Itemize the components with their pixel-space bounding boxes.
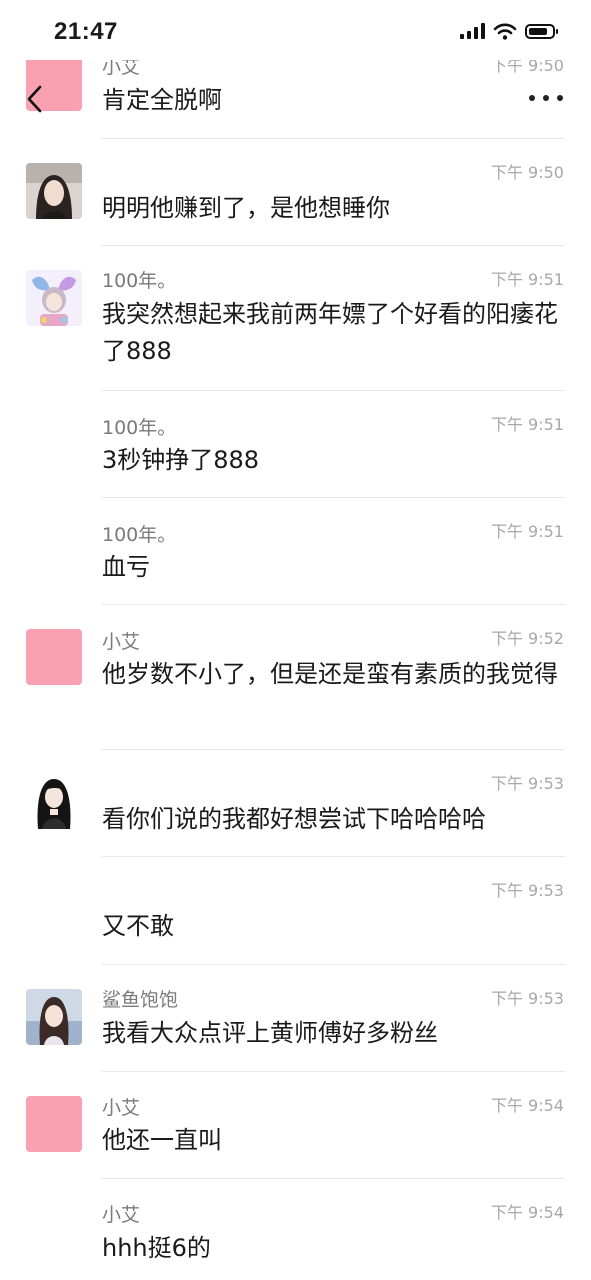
divider xyxy=(102,604,565,605)
wifi-icon xyxy=(493,23,517,40)
more-dot-icon xyxy=(543,95,549,101)
avatar[interactable] xyxy=(26,163,82,219)
message-time: 下午 9:54 xyxy=(490,1096,564,1115)
avatar[interactable] xyxy=(26,629,82,685)
sender-name: 100年。 xyxy=(102,417,177,439)
status-time: 21:47 xyxy=(54,18,118,45)
message-text: 他岁数不小了，但是还是蛮有素质的我觉得 xyxy=(102,660,558,688)
sender-name: 100年。 xyxy=(102,524,177,546)
sender-name: 小艾 xyxy=(102,631,141,653)
message-time: 下午 9:51 xyxy=(490,415,564,434)
avatar[interactable] xyxy=(26,989,82,1045)
sender-name: 小艾 xyxy=(102,1204,141,1226)
sender-name: 100年。 xyxy=(102,270,177,292)
divider xyxy=(102,1178,565,1179)
chevron-left-icon xyxy=(27,85,42,113)
message-time: 下午 9:52 xyxy=(490,629,564,648)
divider xyxy=(102,749,565,750)
message-time: 下午 9:53 xyxy=(490,881,564,900)
more-dot-icon xyxy=(529,95,535,101)
message-text: 我突然想起来我前两年嫖了个好看的阳痿花了888 xyxy=(102,300,558,365)
back-button[interactable] xyxy=(24,84,46,114)
message-text: 3秒钟挣了888 xyxy=(102,446,260,474)
message-text: 他还一直叫 xyxy=(102,1126,222,1154)
message-text: 肯定全脱啊 xyxy=(102,86,222,114)
system-icons xyxy=(460,22,558,40)
message-text: 血亏 xyxy=(102,553,150,581)
avatar[interactable] xyxy=(26,773,82,829)
divider xyxy=(102,856,565,857)
more-dot-icon xyxy=(557,95,563,101)
message-text: hhh挺6的 xyxy=(102,1234,211,1262)
message-time: 下午 9:53 xyxy=(490,774,564,793)
message-text: 又不敢 xyxy=(102,912,174,940)
divider xyxy=(102,497,565,498)
status-bar: 21:47 xyxy=(0,0,591,60)
message-time: 下午 9:54 xyxy=(490,1203,564,1222)
message-text: 我看大众点评上黄师傅好多粉丝 xyxy=(102,1019,438,1047)
avatar[interactable] xyxy=(26,1096,82,1152)
message-time: 下午 9:53 xyxy=(490,989,564,1008)
message-time: 下午 9:51 xyxy=(490,522,564,541)
divider xyxy=(102,138,565,139)
divider xyxy=(102,245,565,246)
cellular-signal-icon xyxy=(460,23,485,39)
divider xyxy=(102,390,565,391)
more-options-button[interactable] xyxy=(529,86,563,110)
message-text: 明明他赚到了，是他想睡你 xyxy=(102,194,390,222)
divider xyxy=(102,1071,565,1072)
sender-name: 鲨鱼饱饱 xyxy=(102,989,179,1011)
message-time: 下午 9:51 xyxy=(490,270,564,289)
message-text: 看你们说的我都好想尝试下哈哈哈哈 xyxy=(102,805,486,833)
avatar[interactable] xyxy=(26,270,82,326)
message-feed[interactable]: 小艾 下午 9:50 肯定全脱啊 下午 9:50 明明他赚到了，是他想睡你 10… xyxy=(0,0,591,1280)
battery-icon xyxy=(525,23,558,39)
sender-name: 小艾 xyxy=(102,1097,141,1119)
message-time: 下午 9:50 xyxy=(490,163,564,182)
divider xyxy=(102,964,565,965)
